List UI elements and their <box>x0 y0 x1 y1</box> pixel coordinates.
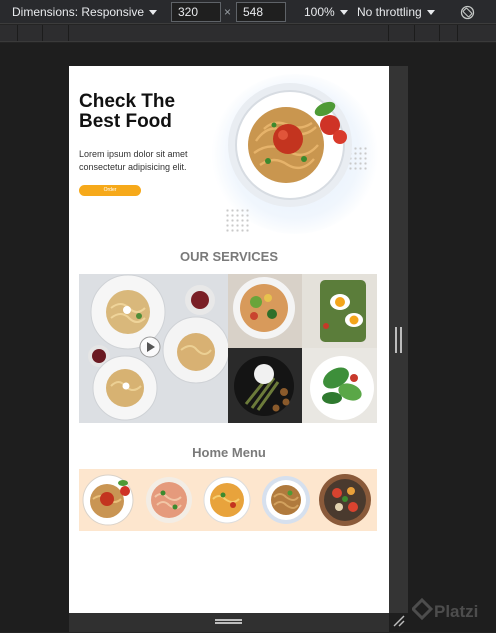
menu-item-pasta-dish[interactable] <box>81 471 137 529</box>
service-image-egg-avocado[interactable] <box>302 274 377 348</box>
dimensions-dropdown[interactable]: Dimensions: Responsive <box>12 0 158 24</box>
throttling-label: No throttling <box>357 5 422 19</box>
ruler-segment[interactable] <box>415 25 440 41</box>
ruler-segment[interactable] <box>0 25 18 41</box>
service-image-dark-plate[interactable] <box>228 348 302 423</box>
media-query-ruler[interactable] <box>0 25 496 42</box>
menu-item-pasta-bowl[interactable] <box>201 471 253 529</box>
zoom-dropdown[interactable]: 100% <box>304 0 348 24</box>
emulated-viewport[interactable]: Check The Best Food Lorem ipsum dolor si… <box>69 66 389 613</box>
menu-item-pasta-salad-dish[interactable] <box>143 471 195 529</box>
devtools-device-toolbar: Dimensions: Responsive 320 × 548 100% No… <box>0 0 496 24</box>
platzi-watermark-logo: Platzi <box>410 597 488 629</box>
rotate-icon[interactable] <box>460 4 475 20</box>
resize-corner-icon[interactable] <box>392 614 406 628</box>
ruler-segment[interactable] <box>43 25 69 41</box>
zoom-label: 100% <box>304 5 335 19</box>
resize-handle-bottom[interactable] <box>215 619 242 624</box>
svg-text:Platzi: Platzi <box>434 602 478 621</box>
dot-pattern <box>225 208 251 232</box>
service-image-leafy-plate[interactable] <box>302 348 377 423</box>
chevron-down-icon <box>149 10 158 15</box>
services-gallery <box>79 274 377 423</box>
times-sign: × <box>224 5 232 19</box>
menu-item-noodles-plate[interactable] <box>260 471 312 529</box>
home-menu-title: Home Menu <box>192 445 266 460</box>
resize-handle-right[interactable] <box>395 327 402 353</box>
hero-title: Check The Best Food <box>79 91 176 132</box>
home-menu-strip <box>79 469 377 531</box>
width-input[interactable]: 320 <box>171 2 221 22</box>
height-input[interactable]: 548 <box>236 2 286 22</box>
services-video-thumbnail[interactable] <box>79 274 228 423</box>
hero-pasta-plate-image <box>228 83 352 207</box>
chevron-down-icon <box>426 10 435 15</box>
dimensions-label: Dimensions: Responsive <box>12 5 145 19</box>
service-image-salad-plate[interactable] <box>228 274 302 348</box>
ruler-segment[interactable] <box>440 25 458 41</box>
ruler-segment[interactable] <box>69 25 389 41</box>
chevron-down-icon <box>339 10 348 15</box>
menu-item-mixed-veg-bowl[interactable] <box>317 471 373 529</box>
ruler-segment[interactable] <box>18 25 43 41</box>
hero-description: Lorem ipsum dolor sit amet consectetur a… <box>79 149 188 172</box>
services-title: OUR SERVICES <box>179 249 278 264</box>
throttling-dropdown[interactable]: No throttling <box>357 0 435 24</box>
ruler-segment[interactable] <box>389 25 415 41</box>
order-button[interactable]: Order <box>79 185 141 196</box>
